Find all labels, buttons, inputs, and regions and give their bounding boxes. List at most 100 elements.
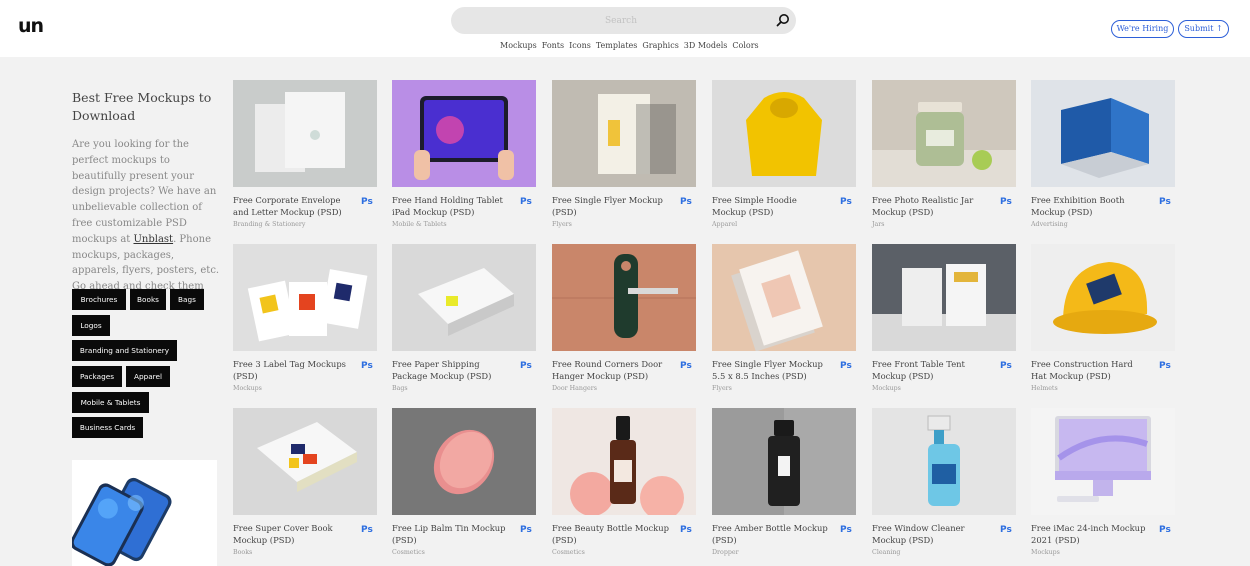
search-input[interactable] [471, 11, 771, 30]
card-title[interactable]: Free Front Table Tent Mockup (PSD) [872, 358, 992, 382]
photoshop-icon: Ps [361, 197, 373, 207]
tag-branding-and-stationery[interactable]: Branding and Stationery [72, 340, 177, 361]
nav-3d-models[interactable]: 3D Models [684, 41, 728, 50]
photoshop-icon: Ps [680, 197, 692, 207]
tag-mobile-tablets[interactable]: Mobile & Tablets [72, 392, 149, 413]
card-thumbnail[interactable] [712, 80, 856, 187]
tag-books[interactable]: Books [130, 289, 166, 310]
tag-bags[interactable]: Bags [170, 289, 204, 310]
tag-brochures[interactable]: Brochures [72, 289, 126, 310]
card-title[interactable]: Free 3 Label Tag Mockups (PSD) [233, 358, 353, 382]
photoshop-icon: Ps [1000, 525, 1012, 535]
photoshop-icon: Ps [1000, 197, 1012, 207]
card-category[interactable]: Cosmetics [552, 549, 585, 556]
nav-graphics[interactable]: Graphics [642, 41, 678, 50]
sidebar-description: Are you looking for the perfect mockups … [72, 139, 220, 308]
card-title[interactable]: Free Amber Bottle Mockup (PSD) [712, 522, 832, 546]
card-category[interactable]: Jars [872, 221, 885, 228]
nav-colors[interactable]: Colors [732, 41, 758, 50]
photoshop-icon: Ps [840, 361, 852, 371]
card-thumbnail[interactable] [392, 80, 536, 187]
card-thumbnail[interactable] [872, 244, 1016, 351]
card-title[interactable]: Free Round Corners Door Hanger Mockup (P… [552, 358, 672, 382]
card-category[interactable]: Apparel [712, 221, 737, 228]
card-thumbnail[interactable] [552, 244, 696, 351]
nav-icons[interactable]: Icons [569, 41, 591, 50]
card-thumbnail[interactable] [1031, 408, 1175, 515]
card-thumbnail[interactable] [233, 80, 377, 187]
card-title[interactable]: Free Simple Hoodie Mockup (PSD) [712, 194, 832, 218]
card-category[interactable]: Cleaning [872, 549, 900, 556]
card-thumbnail[interactable] [392, 408, 536, 515]
tag-packages[interactable]: Packages [72, 366, 122, 387]
hiring-button[interactable]: We're Hiring [1111, 20, 1174, 38]
card-title[interactable]: Free iMac 24-inch Mockup 2021 (PSD) [1031, 522, 1151, 546]
card-category[interactable]: Flyers [552, 221, 572, 228]
search-icon[interactable] [776, 13, 790, 27]
photoshop-icon: Ps [680, 361, 692, 371]
card-title[interactable]: Free Corporate Envelope and Letter Mocku… [233, 194, 353, 218]
card-thumbnail[interactable] [233, 244, 377, 351]
card-title[interactable]: Free Single Flyer Mockup 5.5 x 8.5 Inche… [712, 358, 832, 382]
card-title[interactable]: Free Single Flyer Mockup (PSD) [552, 194, 672, 218]
photoshop-icon: Ps [680, 525, 692, 535]
card-thumbnail[interactable] [872, 408, 1016, 515]
tag-apparel[interactable]: Apparel [126, 366, 170, 387]
card-title[interactable]: Free Exhibition Booth Mockup (PSD) [1031, 194, 1151, 218]
card-thumbnail[interactable] [552, 408, 696, 515]
photoshop-icon: Ps [1159, 525, 1171, 535]
card-title[interactable]: Free Hand Holding Tablet iPad Mockup (PS… [392, 194, 512, 218]
card-title[interactable]: Free Photo Realistic Jar Mockup (PSD) [872, 194, 992, 218]
card-category[interactable]: Helmets [1031, 385, 1058, 392]
sidebar-title: Best Free Mockups to Download [72, 90, 212, 123]
card-title[interactable]: Free Paper Shipping Package Mockup (PSD) [392, 358, 512, 382]
top-nav: Mockups Fonts Icons Templates Graphics 3… [500, 41, 759, 50]
photoshop-icon: Ps [361, 361, 373, 371]
tag-logos[interactable]: Logos [72, 315, 110, 336]
submit-button[interactable]: Submit ↑ [1178, 20, 1229, 38]
search-bar[interactable] [451, 7, 796, 34]
photoshop-icon: Ps [840, 525, 852, 535]
card-thumbnail[interactable] [233, 408, 377, 515]
card-category[interactable]: Cosmetics [392, 549, 425, 556]
card-title[interactable]: Free Super Cover Book Mockup (PSD) [233, 522, 353, 546]
photoshop-icon: Ps [1000, 361, 1012, 371]
nav-mockups[interactable]: Mockups [500, 41, 537, 50]
unblast-link[interactable]: Unblast [133, 234, 173, 245]
nav-fonts[interactable]: Fonts [542, 41, 564, 50]
card-category[interactable]: Mockups [1031, 549, 1060, 556]
sidebar-ad-phone-mockup[interactable] [72, 460, 217, 566]
photoshop-icon: Ps [840, 197, 852, 207]
card-category[interactable]: Advertising [1031, 221, 1068, 228]
photoshop-icon: Ps [361, 525, 373, 535]
card-thumbnail[interactable] [552, 80, 696, 187]
card-category[interactable]: Dropper [712, 549, 739, 556]
logo[interactable]: un [18, 15, 44, 37]
photoshop-icon: Ps [520, 525, 532, 535]
photoshop-icon: Ps [1159, 361, 1171, 371]
phone-mockup-image [72, 477, 172, 566]
card-thumbnail[interactable] [1031, 80, 1175, 187]
card-category[interactable]: Flyers [712, 385, 732, 392]
photoshop-icon: Ps [1159, 197, 1171, 207]
card-thumbnail[interactable] [872, 80, 1016, 187]
card-category[interactable]: Books [233, 549, 252, 556]
card-thumbnail[interactable] [392, 244, 536, 351]
card-category[interactable]: Bags [392, 385, 408, 392]
nav-templates[interactable]: Templates [596, 41, 638, 50]
card-title[interactable]: Free Lip Balm Tin Mockup (PSD) [392, 522, 512, 546]
photoshop-icon: Ps [520, 361, 532, 371]
card-title[interactable]: Free Beauty Bottle Mockup (PSD) [552, 522, 672, 546]
card-category[interactable]: Branding & Stationery [233, 221, 305, 228]
card-thumbnail[interactable] [712, 408, 856, 515]
photoshop-icon: Ps [520, 197, 532, 207]
card-title[interactable]: Free Construction Hard Hat Mockup (PSD) [1031, 358, 1151, 382]
card-category[interactable]: Door Hangers [552, 385, 597, 392]
card-category[interactable]: Mockups [872, 385, 901, 392]
card-title[interactable]: Free Window Cleaner Mockup (PSD) [872, 522, 992, 546]
tag-business-cards[interactable]: Business Cards [72, 417, 143, 438]
card-thumbnail[interactable] [712, 244, 856, 351]
card-category[interactable]: Mobile & Tablets [392, 221, 447, 228]
card-thumbnail[interactable] [1031, 244, 1175, 351]
card-category[interactable]: Mockups [233, 385, 262, 392]
